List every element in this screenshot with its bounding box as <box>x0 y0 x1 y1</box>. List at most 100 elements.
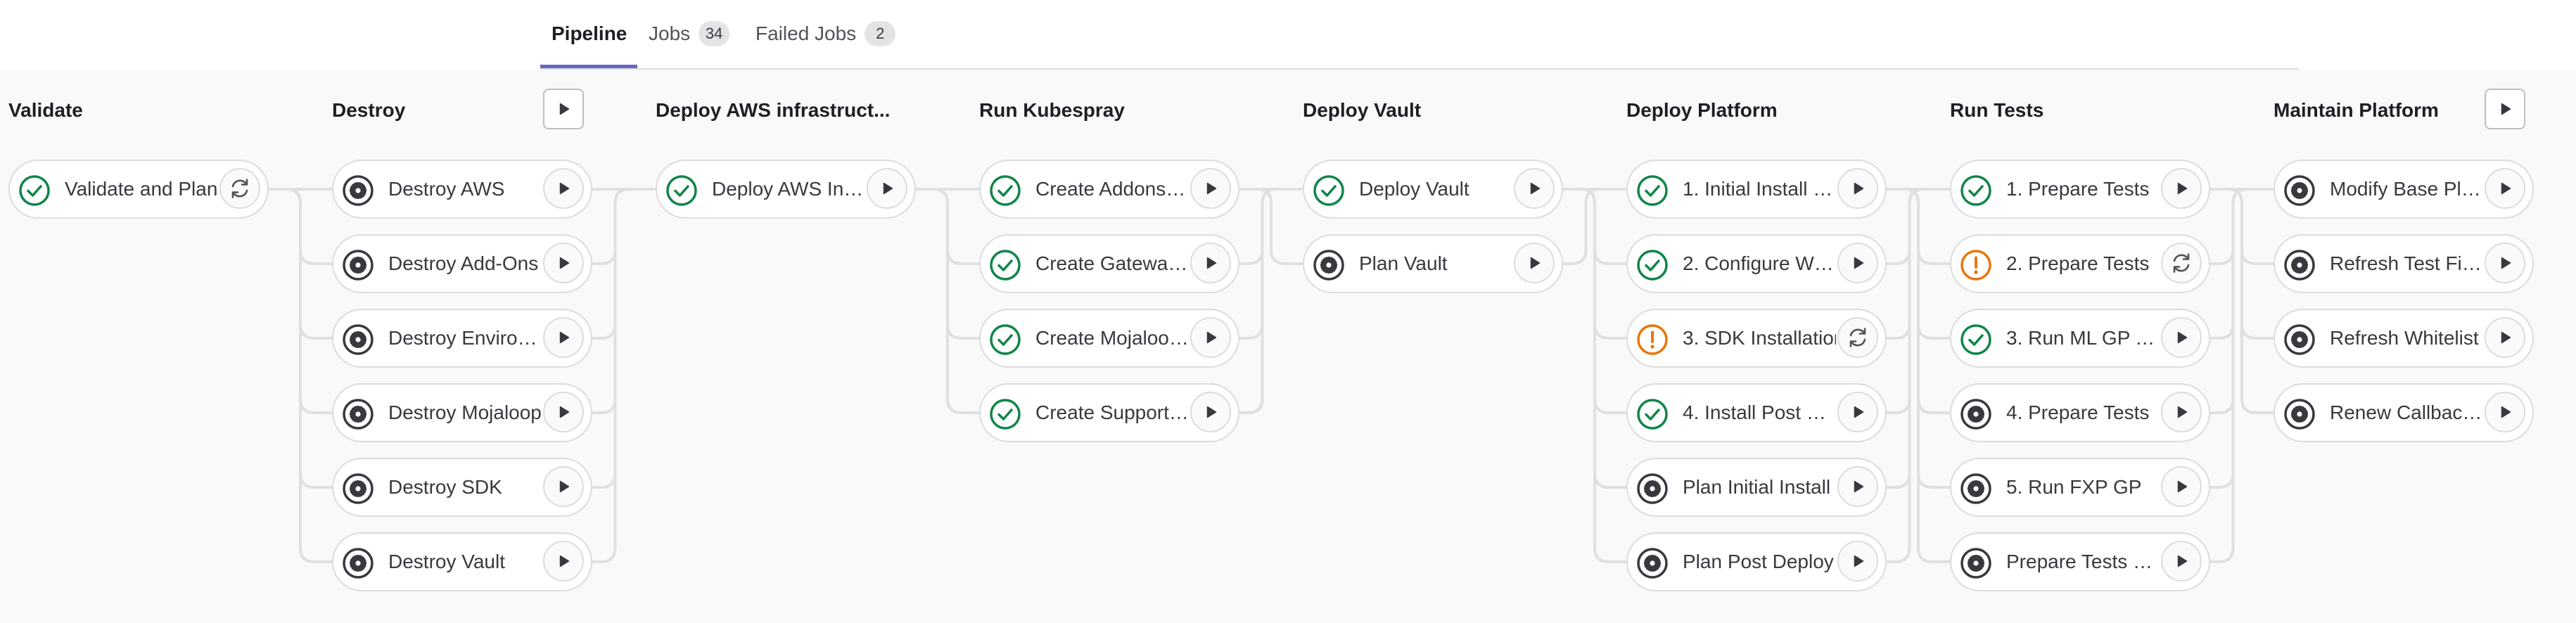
job-card[interactable]: Create Gateway Cluster <box>979 234 1239 293</box>
status-warning-icon <box>1636 323 1669 356</box>
stage-2: Destroy Destroy AWS Destroy Add-Ons Destroy… <box>332 70 627 623</box>
play-icon <box>559 555 570 567</box>
play-button[interactable] <box>1190 168 1231 209</box>
tab-jobs[interactable]: Jobs 34 <box>649 0 730 68</box>
play-button[interactable] <box>1837 243 1878 283</box>
play-button[interactable] <box>1514 168 1555 209</box>
job-card[interactable]: Refresh Test Files <box>2274 234 2534 293</box>
play-button[interactable] <box>1190 392 1231 432</box>
job-card[interactable]: Destroy Environment <box>332 309 592 368</box>
play-button[interactable] <box>1837 392 1878 432</box>
job-name: Create Mojaloop Cluster <box>1035 327 1189 349</box>
stage-7: Run Tests 1. Prepare Tests 2. Prepare Test… <box>1950 70 2245 623</box>
play-button[interactable] <box>1190 243 1231 283</box>
job-card[interactable]: 1. Prepare Tests <box>1950 160 2210 219</box>
retry-button[interactable] <box>2161 243 2202 283</box>
status-warning-icon <box>1960 249 1992 281</box>
status-manual-icon <box>1313 249 1345 281</box>
stage-title: Maintain Platform <box>2274 99 2439 121</box>
status-success-icon <box>1960 174 1992 207</box>
play-button[interactable] <box>1837 466 1878 507</box>
status-manual-icon <box>1960 547 1992 579</box>
status-success-icon <box>989 174 1021 207</box>
job-card[interactable]: 3. SDK Installation <box>1626 309 1887 368</box>
play-icon <box>1206 257 1217 269</box>
job-card[interactable]: Destroy Mojaloop <box>332 383 592 442</box>
retry-button[interactable] <box>219 168 260 209</box>
job-card[interactable]: Modify Base Platform <box>2274 160 2534 219</box>
retry-button[interactable] <box>1837 317 1878 358</box>
play-button[interactable] <box>1190 317 1231 358</box>
job-card[interactable]: Plan Post Deploy <box>1626 532 1887 591</box>
job-name: Destroy Add-Ons <box>388 252 539 274</box>
job-name: Create Addons Cluster <box>1035 178 1189 200</box>
job-name: Plan Post Deploy <box>1683 551 1834 572</box>
play-icon <box>2501 406 2511 418</box>
retry-icon <box>231 179 248 198</box>
job-card[interactable]: Create Addons Cluster <box>979 160 1239 219</box>
job-card[interactable]: 4. Prepare Tests <box>1950 383 2210 442</box>
play-icon <box>1530 257 1541 269</box>
job-name: Refresh Whitelist <box>2330 327 2479 349</box>
status-manual-icon <box>342 547 374 579</box>
job-card[interactable]: 1. Initial Install Base <box>1626 160 1887 219</box>
job-card[interactable]: Deploy Vault <box>1303 160 1563 219</box>
play-button[interactable] <box>867 168 907 209</box>
status-manual-icon <box>1636 473 1669 505</box>
stage-title: Deploy Vault <box>1303 99 1422 121</box>
play-button[interactable] <box>2485 243 2525 283</box>
play-button[interactable] <box>543 466 584 507</box>
play-icon <box>1854 555 1864 567</box>
job-card[interactable]: Destroy AWS <box>332 160 592 219</box>
job-card[interactable]: Validate and Plan <box>8 160 269 219</box>
play-button[interactable] <box>1837 541 1878 582</box>
play-button[interactable] <box>2161 466 2202 507</box>
play-button[interactable] <box>2485 392 2525 432</box>
job-card[interactable]: Create Support Cluster <box>979 383 1239 442</box>
play-button[interactable] <box>2485 317 2525 358</box>
job-card[interactable]: 2. Prepare Tests <box>1950 234 2210 293</box>
play-button[interactable] <box>2485 168 2525 209</box>
play-button[interactable] <box>543 541 584 582</box>
tab-failed-jobs[interactable]: Failed Jobs 2 <box>755 0 896 68</box>
retry-icon <box>2173 253 2190 273</box>
job-name: Plan Vault <box>1359 252 1448 274</box>
play-button[interactable] <box>543 392 584 432</box>
play-button[interactable] <box>2161 541 2202 582</box>
job-card[interactable]: Refresh Whitelist <box>2274 309 2534 368</box>
status-success-icon <box>18 174 51 207</box>
tab-pipeline[interactable]: Pipeline <box>551 0 627 68</box>
stage-title: Destroy <box>332 99 406 121</box>
job-card[interactable]: 2. Configure Wso2 <box>1626 234 1887 293</box>
play-button[interactable] <box>543 168 584 209</box>
play-button[interactable] <box>543 243 584 283</box>
job-card[interactable]: Deploy AWS Infrastructure <box>656 160 916 219</box>
status-manual-icon <box>2283 398 2316 430</box>
job-name: Destroy SDK <box>388 476 502 498</box>
stage-1: Validate Validate and Plan <box>8 70 304 623</box>
play-button[interactable] <box>2161 392 2202 432</box>
job-card[interactable]: Prepare Tests Postman <box>1950 532 2210 591</box>
play-button[interactable] <box>1837 168 1878 209</box>
job-card[interactable]: 3. Run ML GP Tests <box>1950 309 2210 368</box>
job-card[interactable]: Plan Initial Install <box>1626 458 1887 517</box>
play-button[interactable] <box>1514 243 1555 283</box>
job-card[interactable]: Destroy Vault <box>332 532 592 591</box>
play-button[interactable] <box>543 317 584 358</box>
status-manual-icon <box>1960 398 1992 430</box>
job-card[interactable]: Renew Callback Certs <box>2274 383 2534 442</box>
job-card[interactable]: 5. Run FXP GP <box>1950 458 2210 517</box>
play-button[interactable] <box>2161 317 2202 358</box>
stage-3: Deploy AWS infrastruct... Deploy AWS Infr… <box>656 70 951 623</box>
stage-play-all-button[interactable] <box>2485 89 2525 129</box>
job-name: Modify Base Platform <box>2330 178 2483 200</box>
job-card[interactable]: Destroy Add-Ons <box>332 234 592 293</box>
job-card[interactable]: Destroy SDK <box>332 458 592 517</box>
job-card[interactable]: 4. Install Post Deploy <box>1626 383 1887 442</box>
play-button[interactable] <box>2161 168 2202 209</box>
pipeline-tabs: Pipeline Jobs 34 Failed Jobs 2 <box>0 0 2576 70</box>
job-card[interactable]: Create Mojaloop Cluster <box>979 309 1239 368</box>
job-card[interactable]: Plan Vault <box>1303 234 1563 293</box>
play-icon <box>559 406 570 418</box>
stage-play-all-button[interactable] <box>543 89 584 129</box>
